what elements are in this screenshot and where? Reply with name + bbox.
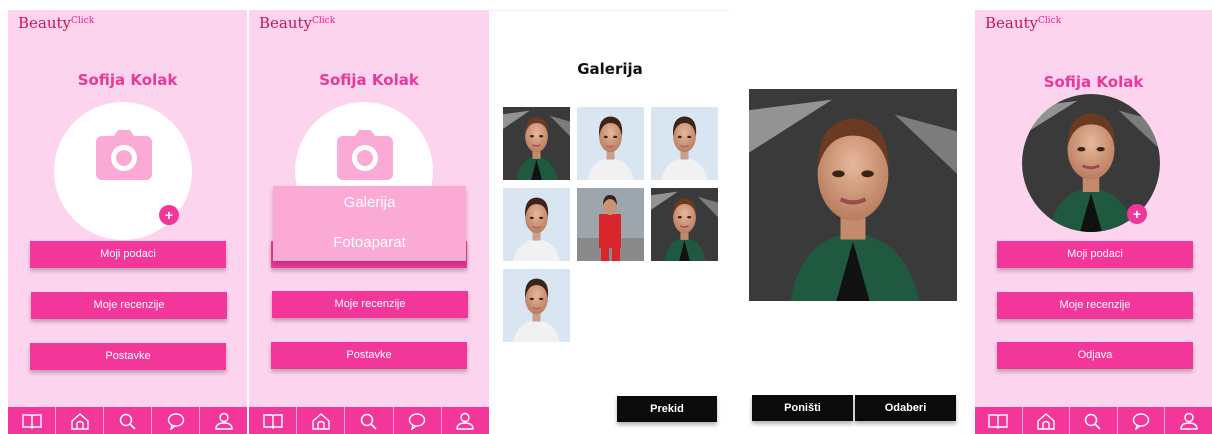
- home-icon: [1036, 412, 1056, 430]
- screen-gallery: Galerija Prekid: [490, 10, 730, 434]
- search-icon: [1083, 412, 1103, 430]
- book-icon: [988, 413, 1008, 429]
- my-reviews-button[interactable]: Moje recenzije: [272, 291, 468, 318]
- gallery-photo[interactable]: [651, 107, 718, 180]
- nav-home[interactable]: [297, 407, 346, 434]
- gallery-photo[interactable]: [651, 188, 718, 261]
- settings-button[interactable]: Postavke: [271, 342, 467, 369]
- nav-chat[interactable]: [1118, 407, 1166, 434]
- photo-source-menu: Galerija Fotoaparat: [273, 186, 466, 261]
- nav-chat[interactable]: [394, 407, 442, 434]
- profile-icon: [1179, 412, 1199, 430]
- screen-profile: BeautyClick Sofija Kolak + Moji podaci M…: [8, 10, 247, 434]
- screen-profile-updated: BeautyClick Sofija Kolak + Moji podaci M…: [975, 10, 1212, 434]
- nav-profile[interactable]: [1165, 407, 1212, 434]
- my-reviews-button[interactable]: Moje recenzije: [31, 292, 227, 319]
- camera-icon: [337, 130, 393, 180]
- screen-profile-photo-menu: BeautyClick Sofija Kolak Galerija Fotoap…: [249, 10, 489, 434]
- user-name: Sofija Kolak: [319, 71, 419, 89]
- app-logo: BeautyClick: [259, 14, 336, 32]
- camera-icon: [96, 130, 152, 180]
- gallery-photo[interactable]: [503, 188, 570, 261]
- home-icon: [311, 412, 331, 430]
- chat-icon: [407, 412, 427, 430]
- menu-item-gallery[interactable]: Galerija: [273, 194, 466, 211]
- profile-icon: [455, 412, 475, 430]
- settings-button[interactable]: Postavke: [30, 343, 226, 370]
- bottom-nav: [975, 407, 1212, 434]
- user-name: Sofija Kolak: [1043, 73, 1144, 91]
- add-photo-button[interactable]: +: [159, 205, 179, 225]
- search-icon: [118, 412, 138, 430]
- nav-profile[interactable]: [442, 407, 489, 434]
- chat-icon: [1131, 412, 1151, 430]
- add-photo-button[interactable]: +: [1127, 204, 1147, 224]
- book-icon: [263, 413, 283, 429]
- app-logo: BeautyClick: [18, 14, 95, 32]
- app-logo: BeautyClick: [985, 14, 1062, 32]
- my-data-button[interactable]: Moji podaci: [30, 241, 226, 268]
- nav-home[interactable]: [56, 407, 104, 434]
- my-reviews-button[interactable]: Moje recenzije: [997, 292, 1193, 319]
- my-data-button[interactable]: Moji podaci: [997, 241, 1193, 268]
- nav-search[interactable]: [104, 407, 152, 434]
- nav-home[interactable]: [1023, 407, 1071, 434]
- bottom-nav: [249, 407, 489, 434]
- nav-search[interactable]: [1070, 407, 1118, 434]
- select-button[interactable]: Odaberi: [855, 395, 956, 421]
- nav-profile[interactable]: [200, 407, 247, 434]
- cancel-button[interactable]: Prekid: [617, 396, 717, 422]
- screen-photo-preview: Poništi Odaberi: [733, 10, 973, 434]
- home-icon: [70, 412, 90, 430]
- menu-item-camera[interactable]: Fotoaparat: [273, 234, 466, 251]
- reset-button[interactable]: Poništi: [752, 395, 853, 421]
- logout-button[interactable]: Odjava: [997, 342, 1193, 369]
- chat-icon: [166, 412, 186, 430]
- gallery-title: Galerija: [577, 60, 643, 78]
- nav-chat[interactable]: [152, 407, 200, 434]
- user-name: Sofija Kolak: [77, 71, 178, 89]
- gallery-photo[interactable]: [577, 188, 644, 261]
- gallery-photo[interactable]: [503, 269, 570, 342]
- nav-catalog[interactable]: [975, 407, 1023, 434]
- nav-catalog[interactable]: [8, 407, 56, 434]
- nav-catalog[interactable]: [249, 407, 298, 434]
- preview-photo: [749, 89, 957, 301]
- nav-search[interactable]: [345, 407, 394, 434]
- profile-icon: [214, 412, 234, 430]
- bottom-nav: [8, 407, 247, 434]
- book-icon: [22, 413, 42, 429]
- gallery-photo[interactable]: [577, 107, 644, 180]
- search-icon: [359, 412, 379, 430]
- gallery-photo[interactable]: [503, 107, 570, 180]
